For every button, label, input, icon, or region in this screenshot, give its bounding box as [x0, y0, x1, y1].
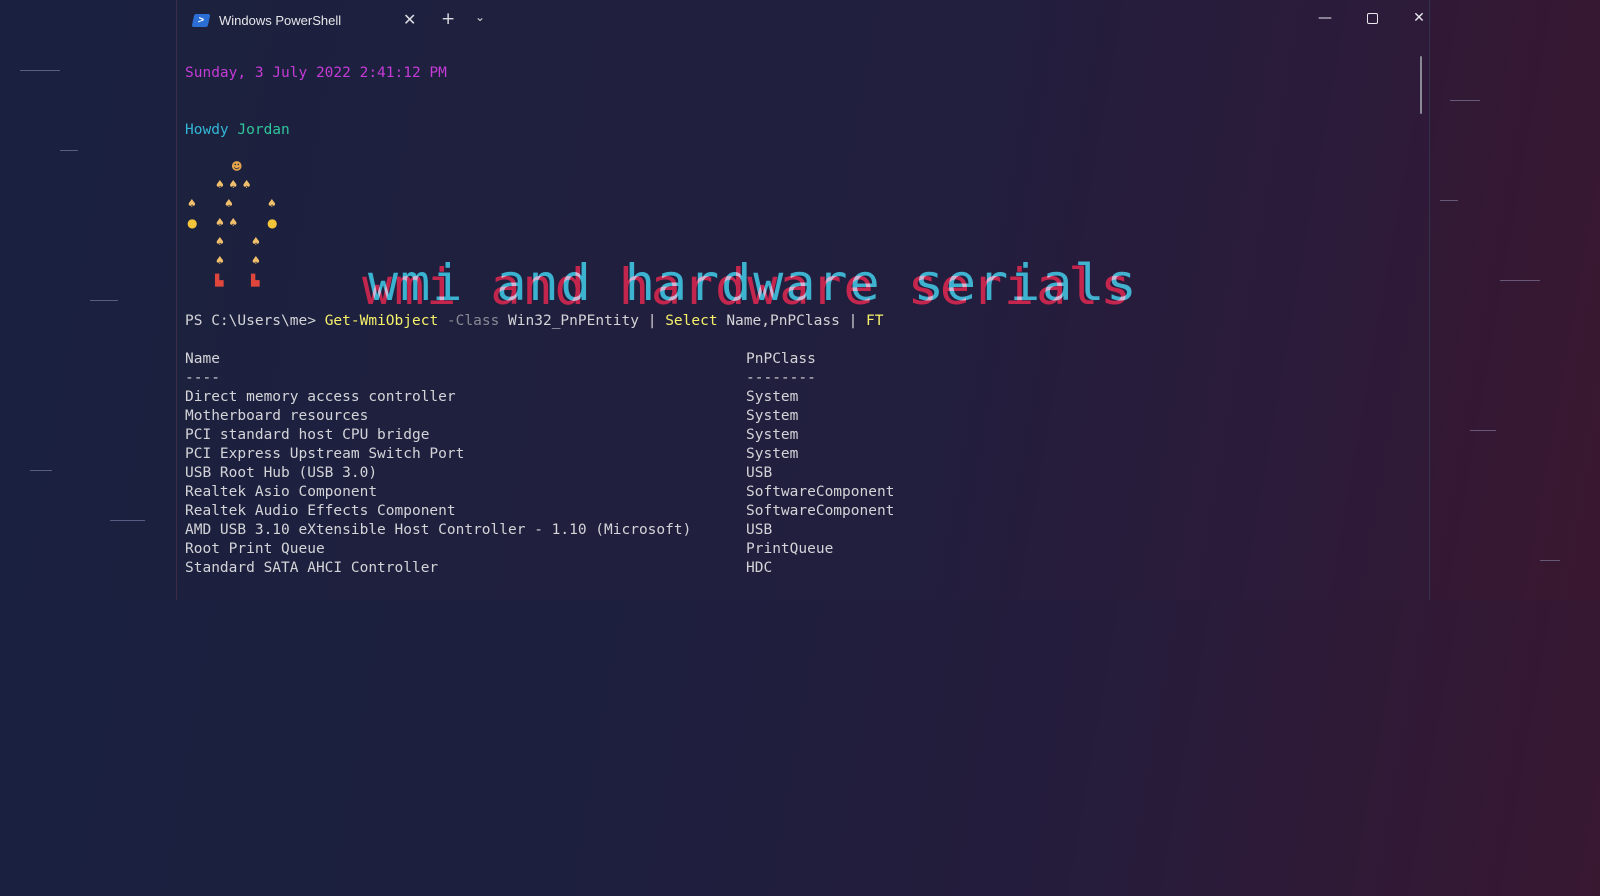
- date-line: Sunday, 3 July 2022 2:41:12 PM: [185, 65, 447, 81]
- title-bar: > Windows PowerShell ✕ + ⌄ — ✕: [177, 0, 1429, 38]
- table-row-name: AMD USB 3.10 eXtensible Host Controller …: [185, 522, 692, 538]
- table-row-name: Standard SATA AHCI Controller: [185, 560, 439, 576]
- table-row-name: Realtek Audio Effects Component: [185, 503, 456, 519]
- figure-body-icon: ♠: [224, 197, 234, 210]
- results-table: Direct memory access controller System M…: [185, 389, 894, 864]
- tab-close-icon[interactable]: ✕: [403, 10, 416, 29]
- table-row-name: Motherboard resources: [185, 408, 369, 424]
- table-row-name: PCI Express Upstream Switch Port: [185, 446, 465, 462]
- underline-name: ----: [185, 370, 220, 386]
- figure-body-icon: ♠: [187, 197, 197, 210]
- figure-body-icon: ♠ ♠ ♠: [215, 178, 252, 191]
- table-row-class: System: [746, 446, 799, 462]
- close-button[interactable]: ✕: [1404, 6, 1434, 30]
- chevron-down-icon[interactable]: ⌄: [475, 10, 485, 24]
- figure-boot-icon: ▙: [215, 274, 224, 287]
- figure-body-icon: ♠: [251, 235, 261, 248]
- underline-pnpclass: --------: [746, 370, 816, 386]
- overlay-title: wmi and hardware serials: [368, 254, 1139, 312]
- maximize-icon: [1366, 12, 1378, 24]
- table-row-name: PCI standard host CPU bridge: [185, 427, 430, 443]
- new-tab-button[interactable]: +: [441, 9, 455, 29]
- table-row-class: USB: [746, 522, 773, 538]
- terminal-output[interactable]: Sunday, 3 July 2022 2:41:12 PM Howdy Jor…: [185, 0, 894, 896]
- maximize-button[interactable]: [1357, 6, 1387, 30]
- table-row-class: System: [746, 427, 799, 443]
- greeting-word: Howdy: [185, 122, 229, 138]
- prompt: PS C:\Users\me>: [185, 313, 325, 329]
- figure-head-icon: ☻: [231, 160, 243, 173]
- minimize-button[interactable]: —: [1310, 6, 1340, 30]
- table-row-class: PrintQueue: [746, 541, 834, 557]
- table-row-name: Direct memory access controller: [185, 389, 456, 405]
- greeting-name: Jordan: [237, 122, 290, 138]
- figure-boot-icon: ▙: [251, 274, 260, 287]
- figure-body-icon: ♠: [251, 254, 261, 267]
- figure-hand-icon: ●: [187, 216, 198, 230]
- table-row-class: System: [746, 408, 799, 424]
- figure-body-icon: ♠: [267, 197, 277, 210]
- table-row-name: Realtek Asio Component: [185, 484, 378, 500]
- figure-body-icon: ♠: [215, 254, 225, 267]
- greeting-line: Howdy Jordan: [185, 121, 290, 140]
- header-name: Name: [185, 351, 220, 367]
- figure-hand-icon: ●: [267, 216, 278, 230]
- table-row-class: HDC: [746, 560, 773, 576]
- scrollbar[interactable]: [1420, 56, 1422, 114]
- table-row-class: SoftwareComponent: [746, 484, 895, 500]
- figure-body-icon: ♠ ♠: [215, 216, 239, 229]
- table-row-class: SoftwareComponent: [746, 503, 895, 519]
- figure-body-icon: ♠: [215, 235, 225, 248]
- table-row-class: USB: [746, 465, 773, 481]
- table-row-class: System: [746, 389, 799, 405]
- table-row-name: USB Root Hub (USB 3.0): [185, 465, 378, 481]
- table-row-name: Root Print Queue: [185, 541, 325, 557]
- header-pnpclass: PnPClass: [746, 351, 816, 367]
